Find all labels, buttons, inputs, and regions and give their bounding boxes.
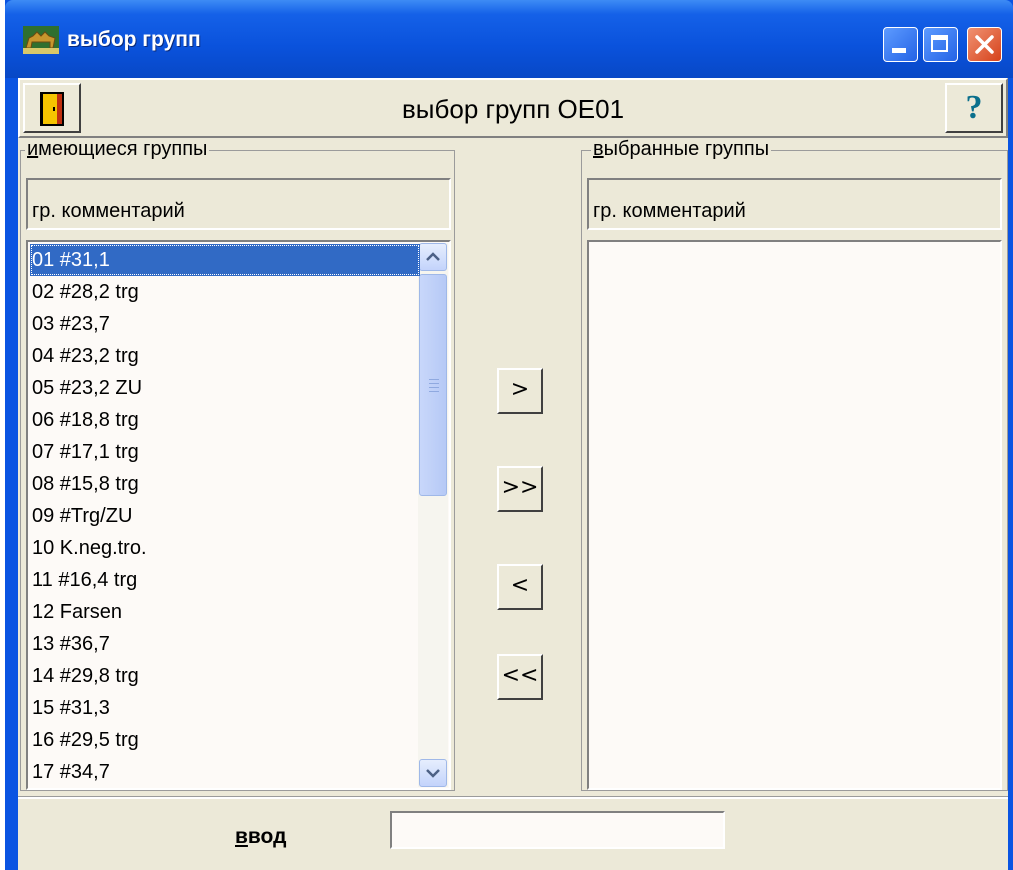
app-window: выбор групп выбор групп ОЕ01 ? имеющиеся…: [5, 0, 1013, 870]
list-item[interactable]: 02 #28,2 trg: [30, 276, 420, 308]
list-item[interactable]: 07 #17,1 trg: [30, 436, 420, 468]
remove-selected-button[interactable]: <: [497, 564, 543, 610]
chevron-up-icon: [426, 252, 440, 261]
selected-column-header[interactable]: гр. комментарий: [587, 178, 1002, 230]
add-selected-button[interactable]: >: [497, 368, 543, 414]
dialog-header: выбор групп ОЕ01 ?: [18, 78, 1008, 138]
list-item[interactable]: 13 #36,7: [30, 628, 420, 660]
available-groups-title: имеющиеся группы: [25, 138, 210, 161]
list-item[interactable]: 17 #34,7: [30, 756, 420, 788]
dialog-client-area: выбор групп ОЕ01 ? имеющиеся группы гр. …: [18, 78, 1008, 870]
list-item[interactable]: 06 #18,8 trg: [30, 404, 420, 436]
list-item[interactable]: 01 #31,1: [30, 244, 420, 276]
help-button[interactable]: ?: [945, 83, 1003, 133]
window-title: выбор групп: [67, 28, 201, 51]
scroll-up-button[interactable]: [419, 243, 447, 271]
close-button[interactable]: [967, 27, 1002, 62]
vertical-scrollbar[interactable]: [418, 243, 448, 787]
title-bar[interactable]: выбор групп: [5, 0, 1013, 78]
add-all-button[interactable]: >>: [497, 466, 543, 512]
group-input-field[interactable]: [390, 811, 725, 849]
minimize-icon: [892, 48, 906, 53]
list-item[interactable]: 03 #23,7: [30, 308, 420, 340]
minimize-button[interactable]: [883, 27, 918, 62]
list-item[interactable]: 08 #15,8 trg: [30, 468, 420, 500]
scroll-thumb[interactable]: [419, 274, 447, 496]
bottom-divider: [18, 796, 1008, 799]
scroll-down-button[interactable]: [419, 759, 447, 787]
camel-app-icon: [23, 26, 59, 54]
selected-groups-title: выбранные группы: [591, 138, 772, 161]
list-item[interactable]: 04 #23,2 trg: [30, 340, 420, 372]
maximize-button[interactable]: [923, 27, 958, 62]
close-icon: [975, 35, 994, 54]
list-item[interactable]: 14 #29,8 trg: [30, 660, 420, 692]
selected-groups-list[interactable]: [587, 240, 1002, 790]
maximize-icon: [931, 35, 948, 52]
list-item[interactable]: 11 #16,4 trg: [30, 564, 420, 596]
remove-all-button[interactable]: <<: [497, 654, 543, 700]
available-column-header[interactable]: гр. комментарий: [26, 178, 451, 230]
chevron-down-icon: [426, 769, 440, 778]
list-item[interactable]: 16 #29,5 trg: [30, 724, 420, 756]
list-item[interactable]: 09 #Trg/ZU: [30, 500, 420, 532]
list-item[interactable]: 05 #23,2 ZU: [30, 372, 420, 404]
list-item[interactable]: 10 K.neg.tro.: [30, 532, 420, 564]
input-label: ввод: [235, 825, 287, 848]
list-item[interactable]: 15 #31,3: [30, 692, 420, 724]
question-mark-icon: ?: [965, 89, 983, 126]
list-item[interactable]: 12 Farsen: [30, 596, 420, 628]
dialog-title: выбор групп ОЕ01: [401, 94, 625, 124]
available-groups-list[interactable]: 01 #31,1 02 #28,2 trg 03 #23,7 04 #23,2 trg…: [26, 240, 451, 790]
